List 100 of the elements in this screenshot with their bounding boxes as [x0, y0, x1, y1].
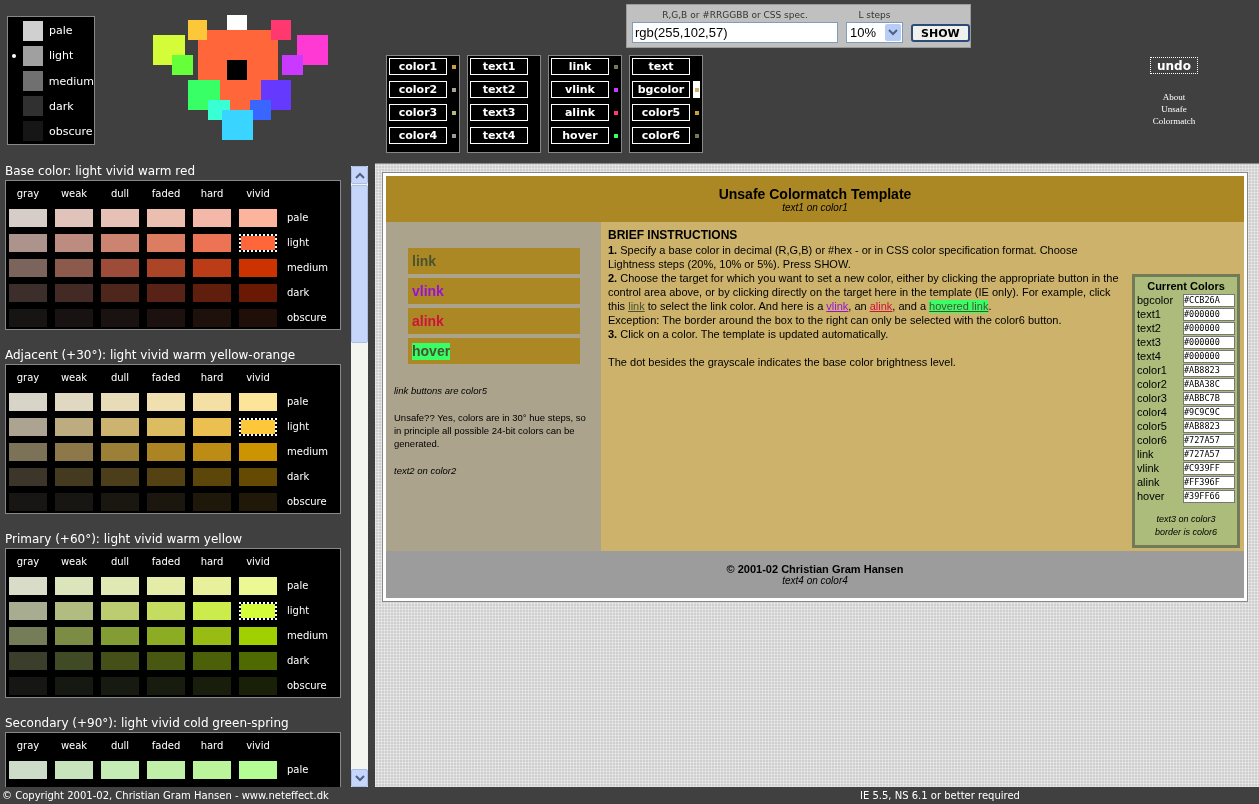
color-swatch[interactable] [9, 392, 47, 411]
hex-value-field[interactable]: #39FF66 [1183, 489, 1235, 503]
target-button[interactable]: text2 [470, 81, 528, 98]
lightness-swatch[interactable] [23, 96, 43, 117]
hex-value-field[interactable]: #000000 [1183, 321, 1235, 335]
color-swatch[interactable] [101, 626, 139, 645]
target-button[interactable]: text4 [470, 127, 528, 144]
color-swatch[interactable] [239, 258, 277, 277]
color-swatch[interactable] [193, 676, 231, 695]
inline-link[interactable]: link [628, 300, 645, 312]
color-swatch[interactable] [9, 626, 47, 645]
color-swatch[interactable] [55, 208, 93, 227]
color-swatch[interactable] [239, 233, 277, 252]
chevron-down-icon[interactable] [354, 774, 365, 782]
target-button[interactable]: bgcolor [632, 81, 690, 98]
hex-value-field[interactable]: #000000 [1183, 349, 1235, 363]
target-button[interactable]: alink [551, 104, 609, 121]
color-swatch[interactable] [239, 676, 277, 695]
color-swatch[interactable] [9, 442, 47, 461]
color-swatch[interactable] [239, 576, 277, 595]
color-swatch[interactable] [193, 233, 231, 252]
color-swatch[interactable] [193, 576, 231, 595]
color-swatch[interactable] [55, 283, 93, 302]
color-swatch[interactable] [101, 676, 139, 695]
color-swatch[interactable] [55, 442, 93, 461]
color-swatch[interactable] [55, 626, 93, 645]
hex-value-field[interactable]: #9C9C9C [1183, 405, 1235, 419]
color-swatch[interactable] [101, 258, 139, 277]
color-swatch[interactable] [101, 392, 139, 411]
hex-value-field[interactable]: #AB8823 [1183, 419, 1235, 433]
steps-dropdown[interactable]: 10% [846, 22, 903, 43]
color-swatch[interactable] [55, 308, 93, 327]
color-swatch[interactable] [55, 492, 93, 511]
color-swatch[interactable] [239, 392, 277, 411]
color-swatch[interactable] [147, 392, 185, 411]
color-swatch[interactable] [9, 760, 47, 779]
color-swatch[interactable] [239, 760, 277, 779]
color-swatch[interactable] [55, 467, 93, 486]
color-swatch[interactable] [239, 626, 277, 645]
color-swatch[interactable] [9, 283, 47, 302]
color-swatch[interactable] [239, 308, 277, 327]
chevron-down-icon[interactable] [885, 24, 901, 41]
color-swatch[interactable] [239, 283, 277, 302]
about-link[interactable]: About Unsafe Colormatch [1149, 91, 1199, 127]
color-swatch[interactable] [9, 208, 47, 227]
color-swatch[interactable] [239, 492, 277, 511]
color-swatch[interactable] [101, 308, 139, 327]
color-swatch[interactable] [55, 576, 93, 595]
color-swatch[interactable] [101, 467, 139, 486]
chevron-up-icon[interactable] [354, 171, 365, 179]
color-swatch[interactable] [101, 492, 139, 511]
color-swatch[interactable] [55, 760, 93, 779]
target-button[interactable]: text [632, 58, 690, 75]
color-swatch[interactable] [147, 442, 185, 461]
color-swatch[interactable] [193, 760, 231, 779]
color-swatch[interactable] [147, 626, 185, 645]
color-swatch[interactable] [55, 601, 93, 620]
color-swatch[interactable] [193, 467, 231, 486]
color-swatch[interactable] [147, 283, 185, 302]
lightness-swatch[interactable] [23, 20, 43, 41]
color-swatch[interactable] [147, 676, 185, 695]
hex-value-field[interactable]: #FF396F [1183, 475, 1235, 489]
color-swatch[interactable] [147, 467, 185, 486]
color-swatch[interactable] [9, 258, 47, 277]
color-swatch[interactable] [9, 651, 47, 670]
color-swatch[interactable] [147, 233, 185, 252]
color-swatch[interactable] [101, 208, 139, 227]
color-swatch[interactable] [147, 601, 185, 620]
hex-value-field[interactable]: #C939FF [1183, 461, 1235, 475]
target-button[interactable]: hover [551, 127, 609, 144]
scrollbar[interactable] [351, 166, 368, 787]
color-swatch[interactable] [193, 208, 231, 227]
color-swatch[interactable] [55, 233, 93, 252]
color-swatch[interactable] [193, 492, 231, 511]
color-swatch[interactable] [193, 442, 231, 461]
color-swatch[interactable] [55, 258, 93, 277]
hex-value-field[interactable]: #AB8823 [1183, 363, 1235, 377]
target-button[interactable]: color4 [389, 127, 447, 144]
color-swatch[interactable] [147, 208, 185, 227]
color-swatch[interactable] [193, 308, 231, 327]
undo-button[interactable]: undo [1150, 57, 1198, 74]
color-swatch[interactable] [193, 651, 231, 670]
color-swatch[interactable] [55, 651, 93, 670]
color-swatch[interactable] [193, 283, 231, 302]
color-swatch[interactable] [193, 626, 231, 645]
color-swatch[interactable] [239, 442, 277, 461]
hex-value-field[interactable]: #ABBC7B [1183, 391, 1235, 405]
target-button[interactable]: color1 [389, 58, 447, 75]
hex-value-field[interactable]: #727A57 [1183, 433, 1235, 447]
color-swatch[interactable] [55, 676, 93, 695]
target-button[interactable]: link [551, 58, 609, 75]
color-swatch[interactable] [193, 392, 231, 411]
color-spec-field[interactable]: rgb(255,102,57) [632, 22, 838, 43]
color-swatch[interactable] [101, 417, 139, 436]
target-button[interactable]: text3 [470, 104, 528, 121]
color-swatch[interactable] [9, 576, 47, 595]
show-button[interactable]: SHOW [911, 24, 970, 42]
color-swatch[interactable] [193, 417, 231, 436]
color-swatch[interactable] [9, 233, 47, 252]
color-swatch[interactable] [101, 651, 139, 670]
